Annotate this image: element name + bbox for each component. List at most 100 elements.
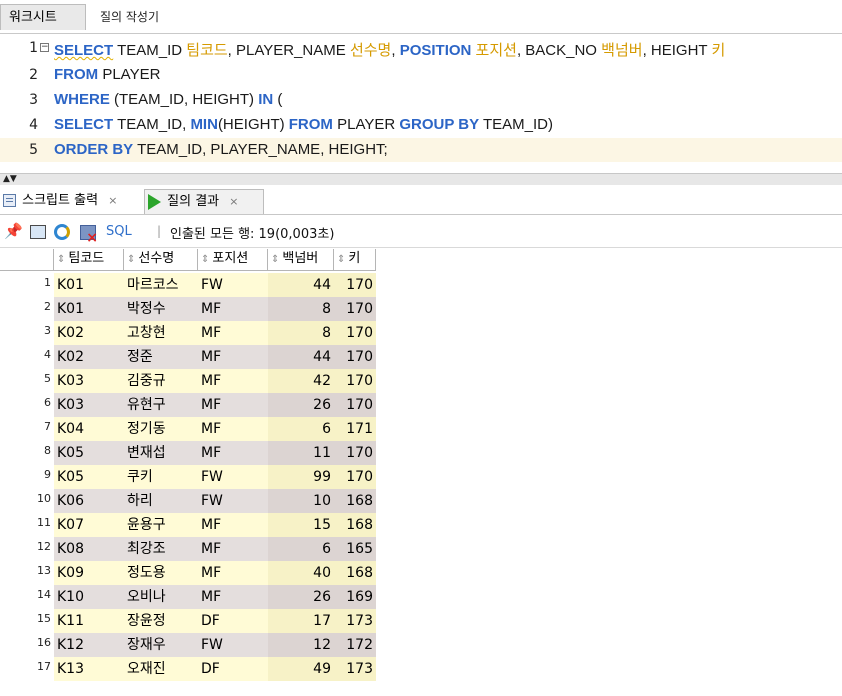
- cell-team-code[interactable]: K01: [54, 273, 124, 297]
- cell-back-no[interactable]: 11: [268, 441, 334, 465]
- cell-back-no[interactable]: 8: [268, 297, 334, 321]
- cell-player-name[interactable]: 장윤정: [124, 609, 198, 633]
- cell-back-no[interactable]: 6: [268, 537, 334, 561]
- cell-player-name[interactable]: 정준: [124, 345, 198, 369]
- cell-height[interactable]: 170: [334, 369, 376, 393]
- tab-script-output[interactable]: 스크립트 출력 ×: [0, 189, 140, 214]
- cell-back-no[interactable]: 40: [268, 561, 334, 585]
- cell-height[interactable]: 168: [334, 489, 376, 513]
- cell-team-code[interactable]: K05: [54, 465, 124, 489]
- cell-player-name[interactable]: 오재진: [124, 657, 198, 681]
- cell-back-no[interactable]: 26: [268, 393, 334, 417]
- cell-position[interactable]: FW: [198, 465, 268, 489]
- cell-team-code[interactable]: K07: [54, 513, 124, 537]
- cell-height[interactable]: 170: [334, 297, 376, 321]
- column-header-position[interactable]: ⇕ 포지션: [198, 249, 268, 271]
- code-text[interactable]: FROM PLAYER: [54, 66, 160, 83]
- cell-height[interactable]: 173: [334, 609, 376, 633]
- close-icon[interactable]: ×: [229, 195, 238, 208]
- code-text[interactable]: SELECT TEAM_ID 팀코드, PLAYER_NAME 선수명, POS…: [54, 39, 725, 60]
- cell-position[interactable]: MF: [198, 561, 268, 585]
- cell-player-name[interactable]: 최강조: [124, 537, 198, 561]
- cell-team-code[interactable]: K12: [54, 633, 124, 657]
- cell-player-name[interactable]: 정도용: [124, 561, 198, 585]
- table-row[interactable]: 2 K01 박정수 MF 8 170: [0, 297, 842, 321]
- cell-position[interactable]: MF: [198, 537, 268, 561]
- table-row[interactable]: 13 K09 정도용 MF 40 168: [0, 561, 842, 585]
- cell-team-code[interactable]: K05: [54, 441, 124, 465]
- sort-icon[interactable]: ⇕: [201, 254, 209, 265]
- sort-icon[interactable]: ⇕: [127, 254, 135, 265]
- table-row[interactable]: 15 K11 장윤정 DF 17 173: [0, 609, 842, 633]
- cell-player-name[interactable]: 장재우: [124, 633, 198, 657]
- cell-height[interactable]: 165: [334, 537, 376, 561]
- editor-line[interactable]: 4 SELECT TEAM_ID, MIN(HEIGHT) FROM PLAYE…: [0, 113, 842, 137]
- cell-height[interactable]: 170: [334, 321, 376, 345]
- table-row[interactable]: 9 K05 쿠키 FW 99 170: [0, 465, 842, 489]
- cell-team-code[interactable]: K10: [54, 585, 124, 609]
- close-icon[interactable]: ×: [108, 194, 117, 207]
- cell-position[interactable]: FW: [198, 273, 268, 297]
- cell-player-name[interactable]: 정기동: [124, 417, 198, 441]
- cell-back-no[interactable]: 42: [268, 369, 334, 393]
- sort-icon[interactable]: ⇕: [271, 254, 279, 265]
- cancel-query-icon[interactable]: [80, 225, 98, 246]
- cell-team-code[interactable]: K04: [54, 417, 124, 441]
- code-text[interactable]: SELECT TEAM_ID, MIN(HEIGHT) FROM PLAYER …: [54, 116, 553, 133]
- code-text[interactable]: WHERE (TEAM_ID, HEIGHT) IN (: [54, 91, 282, 108]
- panel-splitter[interactable]: ▲▼: [0, 173, 842, 185]
- tab-query-result[interactable]: 질의 결과 ×: [144, 189, 264, 214]
- cell-position[interactable]: FW: [198, 489, 268, 513]
- cell-height[interactable]: 170: [334, 393, 376, 417]
- cell-back-no[interactable]: 6: [268, 417, 334, 441]
- cell-team-code[interactable]: K02: [54, 345, 124, 369]
- table-row[interactable]: 16 K12 장재우 FW 12 172: [0, 633, 842, 657]
- table-row[interactable]: 3 K02 고창현 MF 8 170: [0, 321, 842, 345]
- sql-editor[interactable]: 1 − SELECT TEAM_ID 팀코드, PLAYER_NAME 선수명,…: [0, 34, 842, 173]
- cell-height[interactable]: 171: [334, 417, 376, 441]
- cell-team-code[interactable]: K08: [54, 537, 124, 561]
- cell-player-name[interactable]: 쿠키: [124, 465, 198, 489]
- pin-icon[interactable]: 📌: [4, 224, 23, 239]
- cell-height[interactable]: 169: [334, 585, 376, 609]
- table-row[interactable]: 4 K02 정준 MF 44 170: [0, 345, 842, 369]
- cell-team-code[interactable]: K03: [54, 393, 124, 417]
- editor-line[interactable]: 2 FROM PLAYER: [0, 63, 842, 87]
- cell-back-no[interactable]: 26: [268, 585, 334, 609]
- cell-back-no[interactable]: 10: [268, 489, 334, 513]
- cell-position[interactable]: MF: [198, 345, 268, 369]
- cell-back-no[interactable]: 44: [268, 345, 334, 369]
- column-header-team-code[interactable]: ⇕ 팀코드: [54, 249, 124, 271]
- column-header-back-no[interactable]: ⇕ 백넘버: [268, 249, 334, 271]
- cell-team-code[interactable]: K06: [54, 489, 124, 513]
- table-row[interactable]: 10 K06 하리 FW 10 168: [0, 489, 842, 513]
- table-row[interactable]: 14 K10 오비나 MF 26 169: [0, 585, 842, 609]
- cell-player-name[interactable]: 마르코스: [124, 273, 198, 297]
- cell-position[interactable]: FW: [198, 633, 268, 657]
- cell-back-no[interactable]: 49: [268, 657, 334, 681]
- refresh-icon[interactable]: [54, 224, 70, 240]
- column-header-height[interactable]: ⇕ 키: [334, 249, 376, 271]
- cell-player-name[interactable]: 오비나: [124, 585, 198, 609]
- cell-back-no[interactable]: 44: [268, 273, 334, 297]
- cell-position[interactable]: MF: [198, 369, 268, 393]
- sql-button[interactable]: SQL: [106, 224, 132, 239]
- tab-query-builder[interactable]: 질의 작성기: [92, 4, 167, 30]
- cell-height[interactable]: 170: [334, 345, 376, 369]
- cell-position[interactable]: MF: [198, 585, 268, 609]
- cell-team-code[interactable]: K01: [54, 297, 124, 321]
- print-icon[interactable]: [30, 225, 46, 239]
- cell-back-no[interactable]: 15: [268, 513, 334, 537]
- table-row[interactable]: 6 K03 유현구 MF 26 170: [0, 393, 842, 417]
- cell-position[interactable]: DF: [198, 657, 268, 681]
- table-row[interactable]: 8 K05 변재섭 MF 11 170: [0, 441, 842, 465]
- cell-position[interactable]: MF: [198, 441, 268, 465]
- cell-team-code[interactable]: K02: [54, 321, 124, 345]
- cell-height[interactable]: 170: [334, 273, 376, 297]
- table-row[interactable]: 11 K07 윤용구 MF 15 168: [0, 513, 842, 537]
- splitter-arrows-icon[interactable]: ▲▼: [3, 175, 17, 184]
- sort-icon[interactable]: ⇕: [57, 254, 65, 265]
- cell-player-name[interactable]: 유현구: [124, 393, 198, 417]
- column-header-player-name[interactable]: ⇕ 선수명: [124, 249, 198, 271]
- cell-height[interactable]: 170: [334, 465, 376, 489]
